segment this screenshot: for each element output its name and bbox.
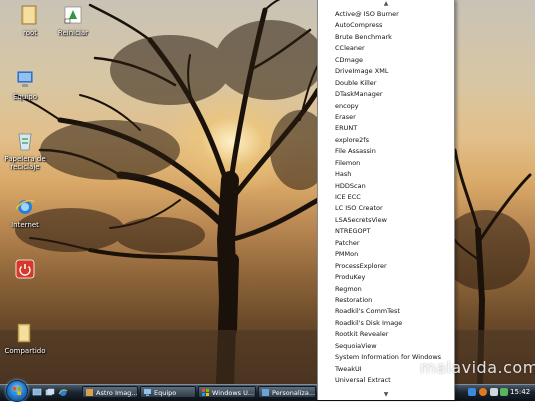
folder-icon [21, 5, 37, 25]
computer-icon [144, 389, 151, 396]
security-icon[interactable] [500, 388, 508, 396]
switch-windows-icon[interactable] [45, 388, 55, 397]
menu-item[interactable]: ICE ECC [318, 192, 454, 203]
taskbar-clock[interactable]: 15:42 [510, 385, 530, 399]
volume-icon[interactable] [490, 388, 498, 396]
desktop-icon-reiniciar[interactable]: Reiniciar [43, 4, 103, 37]
menu-item[interactable]: Roadkil's CommTest [318, 306, 454, 317]
internet-explorer-icon[interactable] [58, 388, 68, 397]
shutdown-icon [15, 259, 35, 279]
menu-item[interactable]: Roadkil's Disk Image [318, 318, 454, 329]
menu-item[interactable]: NTREGOPT [318, 226, 454, 237]
programs-context-menu: ▲ Active@ ISO Burner AutoCompress Brute … [317, 0, 455, 400]
menu-item[interactable]: SequoiaView [318, 341, 454, 352]
desktop-icon-shutdown[interactable] [0, 258, 55, 283]
menu-item[interactable]: HDDScan [318, 181, 454, 192]
menu-item[interactable]: encopy [318, 101, 454, 112]
menu-item[interactable]: Restoration [318, 295, 454, 306]
recycle-bin-icon [18, 133, 32, 151]
menu-item[interactable]: DriveImage XML [318, 66, 454, 77]
menu-item[interactable]: LC ISO Creator [318, 203, 454, 214]
menu-item[interactable]: Filemon [318, 158, 454, 169]
taskbar-button-label: Personaliza... [272, 389, 316, 397]
firefox-tray-icon[interactable] [479, 388, 487, 396]
menu-item[interactable]: Active@ ISO Burner [318, 9, 454, 20]
menu-item[interactable]: Double Killer [318, 78, 454, 89]
app-icon [86, 389, 93, 396]
desktop-icon-label: Papelera de reciclaje [4, 155, 46, 171]
windows-update-icon [202, 389, 209, 396]
taskbar-button-label: Equipo [154, 389, 177, 397]
menu-item[interactable]: LSASecretsView [318, 215, 454, 226]
menu-item[interactable]: explore2fs [318, 135, 454, 146]
menu-item[interactable]: Brute Benchmark [318, 32, 454, 43]
menu-item[interactable]: File Assassin [318, 146, 454, 157]
menu-item[interactable]: DTaskManager [318, 89, 454, 100]
internet-explorer-icon [15, 199, 35, 214]
menu-item[interactable]: ProcessExplorer [318, 261, 454, 272]
desktop-icon-internet[interactable]: Internet [0, 196, 55, 229]
menu-item[interactable]: Regmon [318, 284, 454, 295]
menu-item[interactable]: AutoCompress [318, 20, 454, 31]
desktop-icon-papelera[interactable]: Papelera de reciclaje [0, 130, 55, 171]
desktop-icon-label: Compartido [4, 347, 46, 355]
menu-item[interactable]: Hash [318, 169, 454, 180]
computer-icon [16, 70, 34, 87]
menu-item[interactable]: CDmage [318, 55, 454, 66]
network-icon[interactable] [468, 388, 476, 396]
restart-shortcut-icon [64, 6, 82, 24]
personalize-icon [262, 389, 269, 396]
menu-item[interactable]: Rootkit Revealer [318, 329, 454, 340]
menu-item[interactable]: CCleaner [318, 43, 454, 54]
menu-scroll-down-arrow[interactable]: ▼ [318, 391, 454, 399]
taskbar-button-label: Astro Imag... [96, 389, 138, 397]
taskbar-button-personalize[interactable]: Personaliza... [258, 386, 316, 398]
menu-item[interactable]: PMMon [318, 249, 454, 260]
taskbar-button-astro[interactable]: Astro Imag... [82, 386, 138, 398]
desktop-icon-label: Reiniciar [57, 29, 89, 37]
desktop-icon-label: Internet [11, 221, 39, 229]
menu-item[interactable]: ERUNT [318, 123, 454, 134]
taskbar-button-windows-update[interactable]: Windows U... [198, 386, 256, 398]
start-button[interactable] [6, 380, 28, 402]
desktop-icon-label: Equipo [13, 93, 37, 101]
menu-item[interactable]: Patcher [318, 238, 454, 249]
shared-folder-icon [17, 323, 31, 343]
taskbar-button-label: Windows U... [212, 389, 255, 397]
menu-item[interactable]: Eraser [318, 112, 454, 123]
menu-scroll-up-arrow[interactable]: ▲ [318, 0, 454, 8]
show-desktop-icon[interactable] [32, 388, 42, 397]
windows-logo-icon [13, 387, 21, 395]
menu-item[interactable]: ProduKey [318, 272, 454, 283]
watermark: malavida.com [420, 358, 535, 377]
taskbar-button-equipo[interactable]: Equipo [140, 386, 196, 398]
desktop-icon-compartido[interactable]: Compartido [0, 322, 55, 355]
desktop-icon-equipo[interactable]: Equipo [0, 68, 55, 101]
menu-item-list: Active@ ISO Burner AutoCompress Brute Be… [318, 9, 454, 386]
